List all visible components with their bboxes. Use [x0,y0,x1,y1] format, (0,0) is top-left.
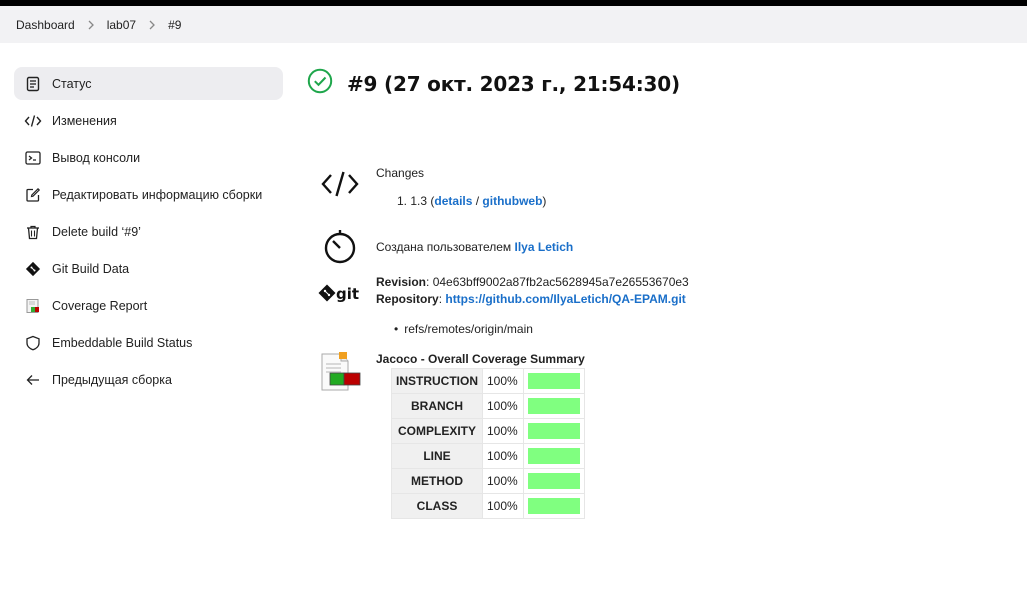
sidebar-item-status[interactable]: Статус [14,67,283,100]
breadcrumb: Dashboard lab07 #9 [0,6,1027,43]
breadcrumb-dashboard[interactable]: Dashboard [16,18,75,32]
coverage-percent: 100% [482,418,524,444]
sidebar-item-label: Редактировать информацию сборки [52,187,263,202]
sidebar-item-previous-build[interactable]: Предыдущая сборка [14,363,283,396]
coverage-metric-name: BRANCH [391,393,483,419]
branch-name: refs/remotes/origin/main [404,322,533,336]
repository-label: Repository [376,292,439,306]
coverage-bar [527,448,580,464]
coverage-bar-cell [522,393,585,419]
coverage-report-icon [318,350,362,394]
sidebar-item-console[interactable]: Вывод консоли [14,141,283,174]
table-row: BRANCH 100% [391,393,585,419]
shield-icon [24,334,42,352]
code-icon [24,112,42,130]
page-title: #9 (27 окт. 2023 г., 21:54:30) [347,71,680,96]
coverage-bar [527,498,580,514]
sidebar-item-label: Предыдущая сборка [52,372,172,387]
coverage-metric-name: CLASS [391,493,483,519]
repository-link[interactable]: https://github.com/IlyaLetich/QA-EPAM.gi… [445,292,685,306]
sidebar-item-label: Delete build ‘#9’ [52,224,141,239]
jacoco-heading: Jacoco - Overall Coverage Summary [376,352,585,366]
terminal-icon [24,149,42,167]
coverage-bar-cell [522,493,585,519]
document-icon [24,75,42,93]
revision-value: 04e63bff9002a87fb2ac5628945a7e26553670e3 [432,275,689,289]
coverage-metric-name: LINE [391,443,483,469]
coverage-bar-cell [522,368,585,394]
svg-text:git: git [336,285,359,303]
repository-row: Repository: https://github.com/IlyaLetic… [376,292,686,306]
table-row: LINE 100% [391,443,585,469]
success-check-icon [307,68,333,99]
sidebar-item-label: Git Build Data [52,261,130,276]
githubweb-link[interactable]: githubweb [482,194,542,208]
changes-heading: Changes [376,166,425,180]
list-item: 1. 1.3 (details / githubweb) [397,194,547,208]
coverage-table: INSTRUCTION 100% BRANCH 100% COMPLEXITY 100% L… [391,368,585,519]
coverage-bar-cell [522,468,585,494]
coverage-percent: 100% [482,443,524,469]
coverage-bar [527,398,580,414]
coverage-metric-name: METHOD [391,468,483,494]
coverage-bar [527,423,580,439]
coverage-percent: 100% [482,468,524,494]
chevron-right-icon [148,20,156,30]
timer-icon [318,224,362,268]
table-row: INSTRUCTION 100% [391,368,585,394]
sidebar-item-delete-build[interactable]: Delete build ‘#9’ [14,215,283,248]
sidebar-item-edit-build-info[interactable]: Редактировать информацию сборки [14,178,283,211]
breadcrumb-build[interactable]: #9 [168,18,181,32]
coverage-percent: 100% [482,368,524,394]
arrow-left-icon [24,371,42,389]
git-icon [24,260,42,278]
sidebar-item-label: Изменения [52,113,117,128]
coverage-metric-name: INSTRUCTION [391,368,483,394]
revision-label: Revision [376,275,427,289]
sidebar-item-coverage-report[interactable]: Coverage Report [14,289,283,322]
coverage-metric-name: COMPLEXITY [391,418,483,444]
sidebar-item-changes[interactable]: Изменения [14,104,283,137]
git-logo-icon: git [318,272,362,316]
sidebar-item-label: Вывод консоли [52,150,141,165]
user-link[interactable]: Ilya Letich [515,240,574,254]
table-row: COMPLEXITY 100% [391,418,585,444]
sidebar: Статус Изменения Вывод консоли Редактиро… [14,67,283,400]
sidebar-item-label: Статус [52,76,92,91]
list-item: • refs/remotes/origin/main [394,322,533,336]
sidebar-item-git-build-data[interactable]: Git Build Data [14,252,283,285]
coverage-bar [527,473,580,489]
change-number: 1. [397,194,408,208]
revision-row: Revision: 04e63bff9002a87fb2ac5628945a7e… [376,275,689,289]
trash-icon [24,223,42,241]
started-by-text: Создана пользователем [376,240,512,254]
coverage-percent: 100% [482,393,524,419]
breadcrumb-job[interactable]: lab07 [107,18,136,32]
details-link[interactable]: details [434,194,472,208]
coverage-report-icon [24,297,42,315]
change-text: 1.3 [410,194,428,208]
sidebar-item-label: Coverage Report [52,298,148,313]
coverage-percent: 100% [482,493,524,519]
table-row: CLASS 100% [391,493,585,519]
sidebar-item-label: Embeddable Build Status [52,335,193,350]
coverage-bar-cell [522,418,585,444]
table-row: METHOD 100% [391,468,585,494]
coverage-bar [527,373,580,389]
edit-icon [24,186,42,204]
sidebar-item-embeddable-build-status[interactable]: Embeddable Build Status [14,326,283,359]
coverage-bar-cell [522,443,585,469]
chevron-right-icon [87,20,95,30]
code-icon [318,162,362,206]
build-header: #9 (27 окт. 2023 г., 21:54:30) [307,68,680,99]
